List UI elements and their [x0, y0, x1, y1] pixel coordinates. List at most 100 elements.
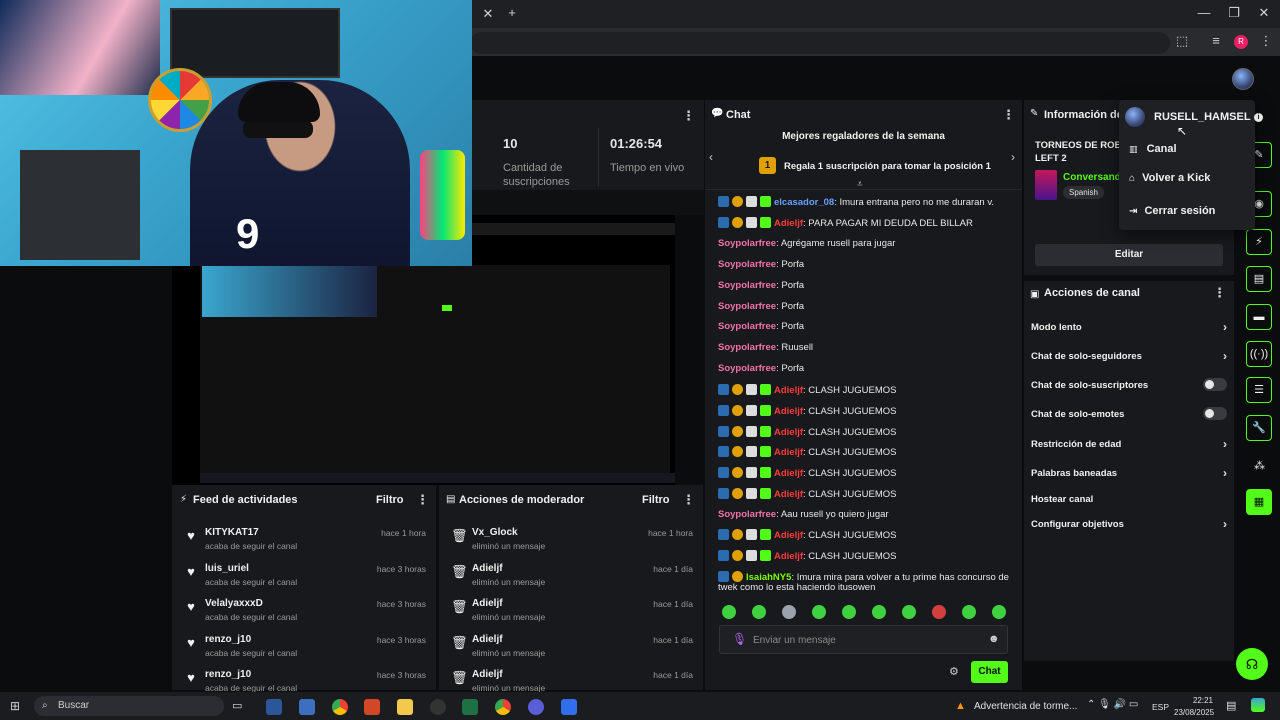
- chat-username[interactable]: Soypolarfree: [718, 509, 776, 520]
- chrome-profile-icon[interactable]: [495, 699, 511, 715]
- list-item[interactable]: ♥ VelalyaxxxD acaba de seguir el canal hace…: [172, 594, 436, 630]
- channel-action-row[interactable]: Chat de solo-seguidores ›: [1031, 349, 1227, 363]
- chat-username[interactable]: Adieljf: [774, 468, 803, 479]
- copilot-icon[interactable]: [1251, 698, 1265, 712]
- chat-username[interactable]: elcasador_08: [774, 197, 834, 208]
- clock-time[interactable]: 22:21: [1185, 696, 1221, 705]
- notifications-icon[interactable]: ▤: [1226, 699, 1236, 712]
- clock-date[interactable]: 23/08/2025: [1174, 708, 1214, 717]
- stats-menu-icon[interactable]: ⋮: [682, 108, 695, 124]
- chevron-right-icon[interactable]: ›: [1223, 466, 1227, 480]
- chat-username[interactable]: Adieljf: [774, 447, 803, 458]
- emote-icon[interactable]: [842, 605, 856, 619]
- gifters-next-icon[interactable]: ›: [1011, 150, 1015, 164]
- clapperboard-icon[interactable]: ▦: [1246, 489, 1272, 515]
- browser-menu-icon[interactable]: ⋮: [1256, 33, 1276, 49]
- broadcast-icon[interactable]: ((·)): [1246, 341, 1272, 367]
- list-item[interactable]: ♥ luis_uriel acaba de seguir el canal hace …: [172, 559, 436, 595]
- emote-icon[interactable]: [992, 605, 1006, 619]
- document-rail-icon[interactable]: ▤: [1246, 266, 1272, 292]
- chat-username[interactable]: Adieljf: [774, 406, 803, 417]
- taskbar-search[interactable]: ⌕ Buscar: [34, 696, 224, 716]
- list-item[interactable]: 🗑 Adieljf eliminó un mensaje hace 1 día: [439, 630, 703, 666]
- close-window-icon[interactable]: ✕: [1254, 5, 1274, 21]
- extensions-icon[interactable]: ⬚: [1172, 33, 1192, 49]
- microphone-icon[interactable]: 🎙: [732, 632, 747, 646]
- category-name[interactable]: Conversand: [1063, 172, 1121, 183]
- feed-filter-button[interactable]: Filtro: [376, 494, 404, 506]
- gifters-prev-icon[interactable]: ‹: [709, 150, 713, 164]
- close-tab-icon[interactable]: ✕: [478, 6, 498, 22]
- help-chat-icon[interactable]: ☊: [1236, 648, 1268, 680]
- feed-menu-icon[interactable]: ⋮: [416, 492, 429, 508]
- toggle-switch[interactable]: [1203, 407, 1227, 420]
- chat-input[interactable]: 🎙 Enviar un mensaje ☻: [719, 625, 1008, 654]
- channel-action-row[interactable]: Chat de solo-emotes: [1031, 407, 1227, 420]
- media-icon[interactable]: ≡: [1206, 33, 1226, 48]
- emote-icon[interactable]: [902, 605, 916, 619]
- file-explorer-icon[interactable]: [397, 699, 413, 715]
- emote-icon[interactable]: [812, 605, 826, 619]
- list-item[interactable]: 🗑 Adieljf eliminó un mensaje hace 1 día: [439, 594, 703, 630]
- chevron-right-icon[interactable]: ›: [1223, 437, 1227, 451]
- chat-username[interactable]: Soypolarfree: [718, 321, 776, 332]
- excel-icon[interactable]: [462, 699, 478, 715]
- restore-icon[interactable]: ❐: [1224, 5, 1244, 21]
- menu-item-logout[interactable]: ⇥ Cerrar sesión: [1129, 205, 1215, 217]
- omnibox[interactable]: [470, 32, 1170, 54]
- app-icon[interactable]: [528, 699, 544, 715]
- chat-username[interactable]: Soypolarfree: [718, 259, 776, 270]
- app-icon-2[interactable]: [561, 699, 577, 715]
- chevron-right-icon[interactable]: ›: [1223, 517, 1227, 531]
- chat-username[interactable]: Adieljf: [774, 427, 803, 438]
- mod-filter-button[interactable]: Filtro: [642, 494, 670, 506]
- collapse-icon[interactable]: ⩡: [857, 179, 863, 190]
- word-icon[interactable]: [266, 699, 282, 715]
- lightning-rail-icon[interactable]: ⚡: [1246, 229, 1272, 255]
- channel-action-row[interactable]: Modo lento ›: [1031, 320, 1227, 334]
- chat-username[interactable]: Soypolarfree: [718, 342, 776, 353]
- tray-icons[interactable]: ⌃ 🎙 🔊 ▭: [1087, 699, 1138, 710]
- chat-send-button[interactable]: Chat: [971, 661, 1008, 683]
- emoji-icon[interactable]: ☻: [988, 633, 1000, 645]
- edit-button[interactable]: Editar: [1035, 244, 1223, 266]
- channel-action-row[interactable]: Hostear canal: [1031, 494, 1227, 505]
- emote-icon[interactable]: [752, 605, 766, 619]
- weather-warning-icon[interactable]: ▲: [955, 700, 966, 712]
- list-item[interactable]: ♥ KITYKAT17 acaba de seguir el canal hace 1…: [172, 523, 436, 559]
- new-tab-icon[interactable]: +: [502, 5, 522, 20]
- menu-item-canal[interactable]: ▥ Canal: [1129, 143, 1177, 155]
- emote-icon[interactable]: [962, 605, 976, 619]
- store-app-icon[interactable]: [299, 699, 315, 715]
- obs-icon[interactable]: [430, 699, 446, 715]
- user-avatar[interactable]: [1232, 68, 1254, 90]
- apps-icon[interactable]: ⁂: [1254, 459, 1265, 472]
- chat-username[interactable]: Adieljf: [774, 530, 803, 541]
- minimize-icon[interactable]: —: [1194, 5, 1214, 20]
- chevron-right-icon[interactable]: ›: [1223, 320, 1227, 334]
- chat-menu-icon[interactable]: ⋮: [1002, 107, 1015, 123]
- channel-action-row[interactable]: Restricción de edad ›: [1031, 437, 1227, 451]
- profile-icon[interactable]: R: [1234, 35, 1248, 49]
- chat-username[interactable]: Adieljf: [774, 551, 803, 562]
- chat-username[interactable]: Adieljf: [774, 489, 803, 500]
- list-item[interactable]: 🗑 Vx_Glock eliminó un mensaje hace 1 hora: [439, 523, 703, 559]
- list-item[interactable]: ♥ renzo_j10 acaba de seguir el canal hace 3…: [172, 630, 436, 666]
- menu-item-volver[interactable]: ⌂ Volver a Kick: [1129, 172, 1210, 184]
- task-view-icon[interactable]: ▭: [232, 699, 248, 715]
- language-indicator[interactable]: ESP: [1152, 702, 1169, 712]
- info-icon[interactable]: i: [1254, 113, 1263, 122]
- chat-settings-icon[interactable]: ⚙: [949, 665, 959, 678]
- channel-action-row[interactable]: Chat de solo-suscriptores: [1031, 378, 1227, 391]
- chat-username[interactable]: Soypolarfree: [718, 363, 776, 374]
- chat-rail-icon[interactable]: ▬: [1246, 304, 1272, 330]
- chat-username[interactable]: Soypolarfree: [718, 238, 776, 249]
- emote-icon[interactable]: [872, 605, 886, 619]
- channel-action-row[interactable]: Palabras baneadas ›: [1031, 466, 1227, 480]
- chat-username[interactable]: Soypolarfree: [718, 301, 776, 312]
- emote-icon[interactable]: [932, 605, 946, 619]
- chat-username[interactable]: Adieljf: [774, 385, 803, 396]
- channel-action-row[interactable]: Configurar objetivos ›: [1031, 517, 1227, 531]
- windows-start-icon[interactable]: ⊞: [10, 699, 20, 713]
- chat-username[interactable]: Soypolarfree: [718, 280, 776, 291]
